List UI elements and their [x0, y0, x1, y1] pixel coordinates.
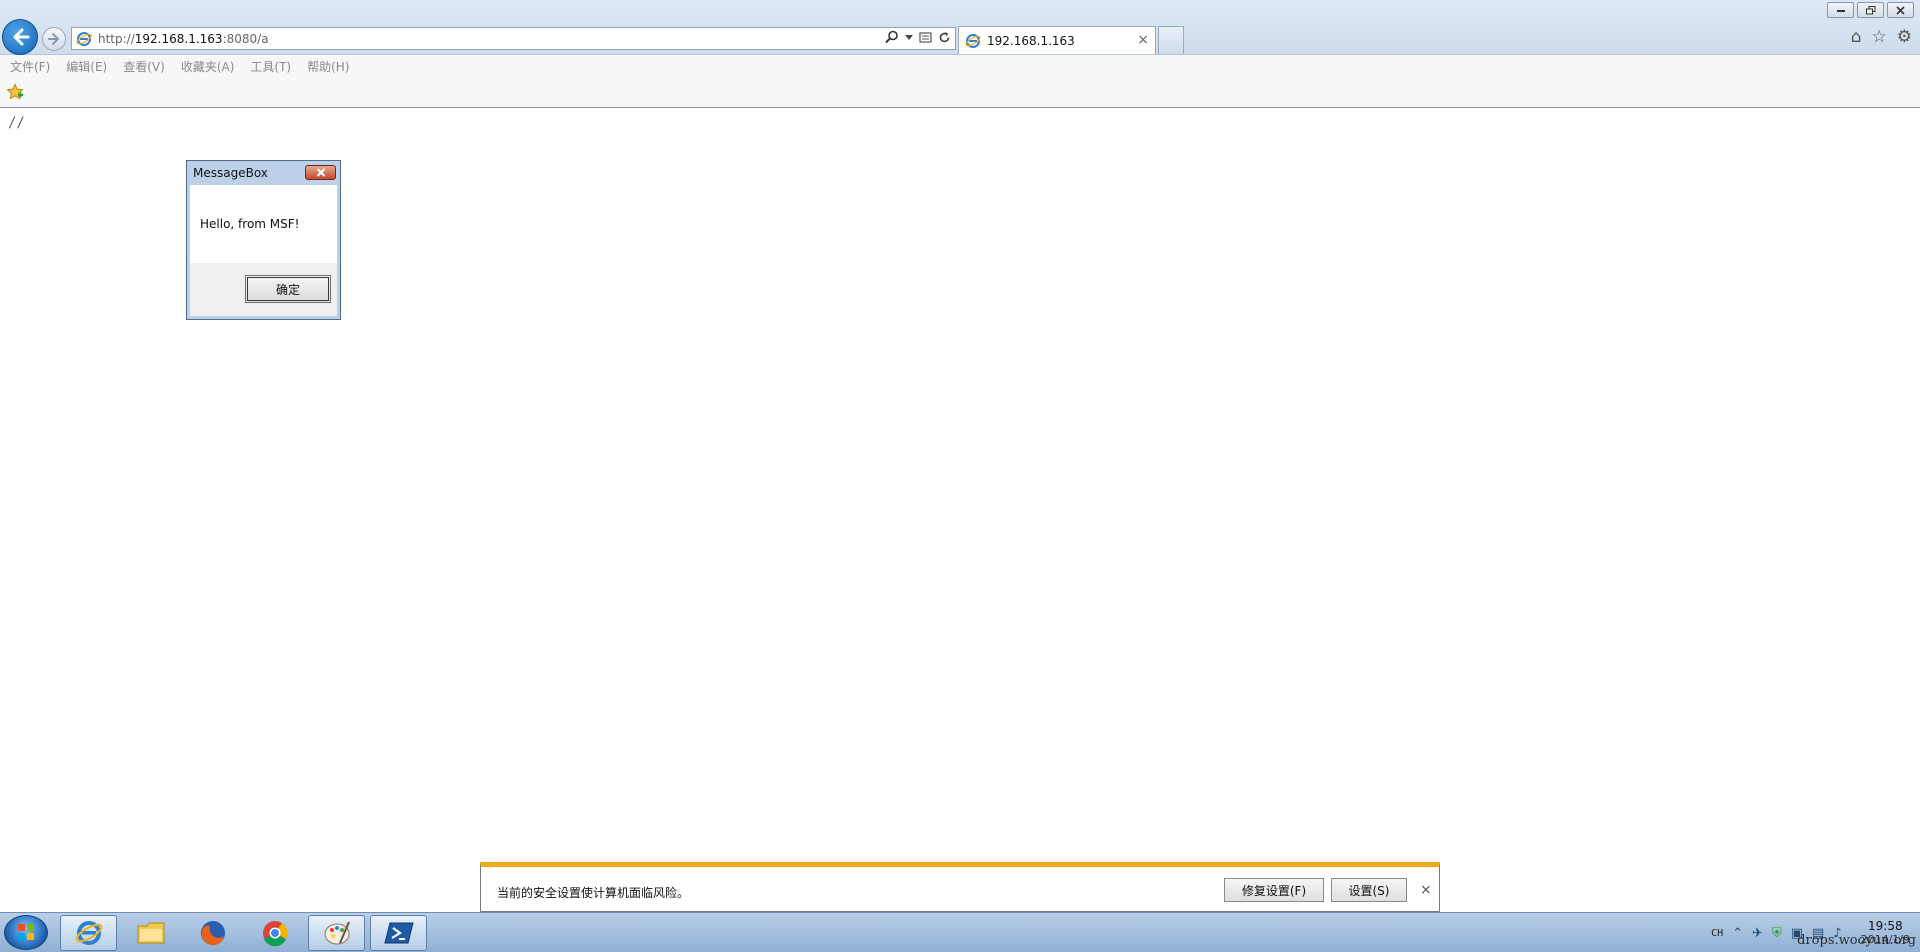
menu-help[interactable]: 帮助(H)	[307, 58, 349, 75]
forward-button[interactable]	[42, 27, 66, 51]
taskbar-ie-button[interactable]	[60, 915, 117, 951]
ie-tab-icon	[965, 33, 981, 48]
page-comment-text: //	[8, 115, 25, 131]
url-text: http://192.168.1.163:8080/a	[98, 31, 269, 46]
message-box-titlebar[interactable]: MessageBox	[187, 161, 340, 185]
menu-favorites[interactable]: 收藏夹(A)	[181, 58, 235, 75]
message-box-title: MessageBox	[193, 166, 268, 180]
compat-view-icon[interactable]	[919, 31, 932, 44]
back-button[interactable]	[2, 19, 38, 55]
browser-chrome: http://192.168.1.163:8080/a 192.168.1.16…	[0, 0, 1920, 55]
menu-tools[interactable]: 工具(T)	[250, 58, 291, 75]
refresh-icon[interactable]	[938, 31, 951, 44]
tab-current[interactable]: 192.168.1.163 ×	[958, 26, 1156, 54]
search-icon[interactable]	[885, 30, 899, 44]
show-hidden-icons-icon[interactable]: ⌃	[1732, 926, 1743, 941]
notification-close-icon[interactable]: ×	[1420, 882, 1432, 898]
ie-page-icon	[76, 31, 92, 46]
taskbar-explorer-button[interactable]	[122, 915, 179, 951]
powershell-icon	[383, 922, 414, 944]
taskbar-powershell-button[interactable]	[370, 915, 427, 951]
network-tool-icon[interactable]: ✈	[1752, 926, 1763, 941]
tab-close-icon[interactable]: ×	[1137, 32, 1149, 48]
arrow-right-icon	[48, 33, 60, 45]
taskbar-paint-button[interactable]	[308, 915, 365, 951]
gear-icon[interactable]: ⚙	[1897, 28, 1912, 46]
start-button[interactable]	[4, 915, 48, 950]
menu-bar: 文件(F) 编辑(E) 查看(V) 收藏夹(A) 工具(T) 帮助(H)	[0, 55, 1920, 77]
chrome-icon	[262, 921, 288, 947]
message-box-footer: 确定	[190, 263, 337, 316]
favorites-star-icon[interactable]: ☆	[1872, 28, 1887, 46]
message-box-text: Hello, from MSF!	[200, 217, 300, 231]
menu-edit[interactable]: 编辑(E)	[66, 58, 107, 75]
close-icon	[316, 168, 325, 177]
watermark-text: drops.wooyun.org	[1797, 933, 1916, 948]
taskbar-chrome-button[interactable]	[246, 915, 303, 951]
home-icon[interactable]: ⌂	[1851, 28, 1862, 46]
settings-button[interactable]: 设置(S)	[1331, 878, 1407, 902]
taskbar: CH ⌃ ✈ ⛨ ▣ ▤ ♪ 19:58 2014/1/9 drops.wooy…	[0, 912, 1920, 952]
favorites-bar	[0, 77, 1920, 108]
windows-logo-icon	[18, 924, 34, 940]
message-box-dialog: MessageBox Hello, from MSF! 确定	[186, 160, 341, 320]
fix-settings-button[interactable]: 修复设置(F)	[1224, 878, 1324, 902]
paint-palette-icon	[324, 921, 350, 945]
new-tab-button[interactable]	[1158, 26, 1184, 54]
restore-icon	[1865, 5, 1875, 14]
add-favorite-star-icon[interactable]	[6, 83, 24, 101]
notification-text: 当前的安全设置使计算机面临风险。	[497, 886, 690, 900]
security-shield-icon[interactable]: ⛨	[1772, 926, 1782, 941]
language-indicator[interactable]: CH	[1711, 928, 1723, 939]
close-window-button[interactable]	[1887, 2, 1914, 18]
clock-time: 19:58	[1868, 919, 1903, 933]
message-box-body: Hello, from MSF!	[190, 185, 337, 263]
address-bar[interactable]: http://192.168.1.163:8080/a	[71, 27, 956, 50]
internet-explorer-icon	[75, 921, 102, 945]
tab-title: 192.168.1.163	[987, 33, 1075, 48]
restore-button[interactable]	[1857, 2, 1884, 18]
minimize-button[interactable]	[1827, 2, 1854, 18]
arrow-left-icon	[13, 28, 30, 46]
menu-file[interactable]: 文件(F)	[10, 58, 50, 75]
minimize-icon	[1836, 10, 1845, 12]
firefox-icon	[200, 921, 225, 946]
folder-icon	[137, 922, 164, 944]
security-notification-bar: 当前的安全设置使计算机面临风险。 修复设置(F) 设置(S) ×	[480, 862, 1440, 912]
taskbar-firefox-button[interactable]	[184, 915, 241, 951]
menu-view[interactable]: 查看(V)	[123, 58, 165, 75]
ok-button[interactable]: 确定	[245, 275, 331, 303]
close-icon	[1896, 5, 1905, 15]
dropdown-icon[interactable]	[905, 33, 913, 41]
message-box-close-button[interactable]	[305, 165, 336, 180]
